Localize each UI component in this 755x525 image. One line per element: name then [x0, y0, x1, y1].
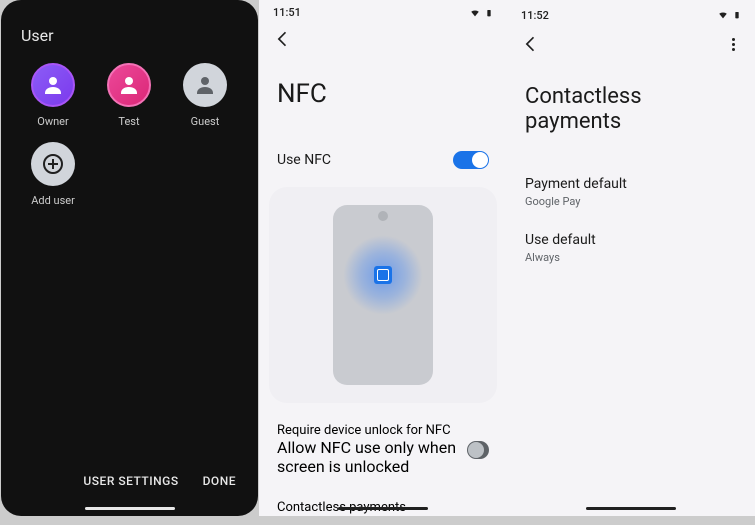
wifi-icon [717, 10, 729, 20]
battery-icon [485, 7, 493, 19]
contactless-payments-row[interactable]: Contactless payments [259, 486, 507, 525]
status-bar: 11:51 [259, 0, 507, 19]
battery-icon [733, 9, 741, 21]
nfc-illustration [269, 187, 497, 403]
status-bar: 11:52 [507, 0, 755, 24]
panel-title: User [1, 0, 258, 63]
user-settings-button[interactable]: USER SETTINGS [83, 474, 178, 488]
top-bar [507, 24, 755, 64]
nfc-settings-panel: 11:51 NFC Use NFC Require device unlock … [259, 0, 507, 516]
contactless-payments-panel: 11:52 Contactless payments Payment defau… [507, 0, 755, 516]
back-icon[interactable] [273, 29, 293, 49]
page-title: NFC [259, 59, 507, 139]
clock: 11:51 [273, 6, 301, 19]
avatar-test-icon [107, 63, 151, 107]
nfc-glow-icon [343, 235, 423, 315]
payment-default-value: Google Pay [525, 195, 737, 208]
user-grid: Owner Test Guest Add user [1, 63, 258, 221]
overflow-menu-icon[interactable] [725, 36, 741, 52]
phone-illustration-icon [333, 205, 433, 385]
user-switcher-panel: User Owner Test Guest Add user [1, 0, 258, 516]
user-label: Test [118, 115, 139, 128]
user-owner[interactable]: Owner [15, 63, 91, 128]
gesture-bar[interactable] [586, 507, 676, 510]
use-default-row[interactable]: Use default Always [507, 220, 755, 276]
require-unlock-sub: Allow NFC use only when screen is unlock… [277, 438, 467, 476]
require-unlock-row[interactable]: Require device unlock for NFC Allow NFC … [259, 409, 507, 486]
avatar-guest-icon [183, 63, 227, 107]
require-unlock-toggle[interactable] [467, 441, 489, 459]
status-icons [469, 7, 493, 19]
use-nfc-label: Use NFC [277, 152, 331, 168]
add-user[interactable]: Add user [15, 142, 91, 207]
add-user-icon [31, 142, 75, 186]
action-bar: USER SETTINGS DONE [83, 474, 236, 488]
avatar-owner-icon [31, 63, 75, 107]
clock: 11:52 [521, 9, 549, 22]
back-icon[interactable] [521, 34, 541, 54]
done-button[interactable]: DONE [203, 474, 236, 488]
payment-default-label: Payment default [525, 176, 737, 192]
page-title: Contactless payments [507, 64, 755, 164]
payment-default-row[interactable]: Payment default Google Pay [507, 164, 755, 220]
gesture-bar[interactable] [338, 507, 428, 510]
user-label: Guest [191, 115, 220, 128]
nfc-chip-icon [374, 266, 392, 284]
status-icons [717, 9, 741, 21]
use-default-label: Use default [525, 232, 737, 248]
use-default-value: Always [525, 251, 737, 264]
use-nfc-toggle[interactable] [453, 151, 489, 169]
user-label: Add user [31, 194, 75, 207]
require-unlock-label: Require device unlock for NFC [277, 423, 467, 438]
user-test[interactable]: Test [91, 63, 167, 128]
user-label: Owner [37, 115, 68, 128]
wifi-icon [469, 8, 481, 18]
use-nfc-row[interactable]: Use NFC [259, 139, 507, 181]
top-bar [259, 19, 507, 59]
gesture-bar[interactable] [85, 507, 175, 510]
user-guest[interactable]: Guest [167, 63, 243, 128]
